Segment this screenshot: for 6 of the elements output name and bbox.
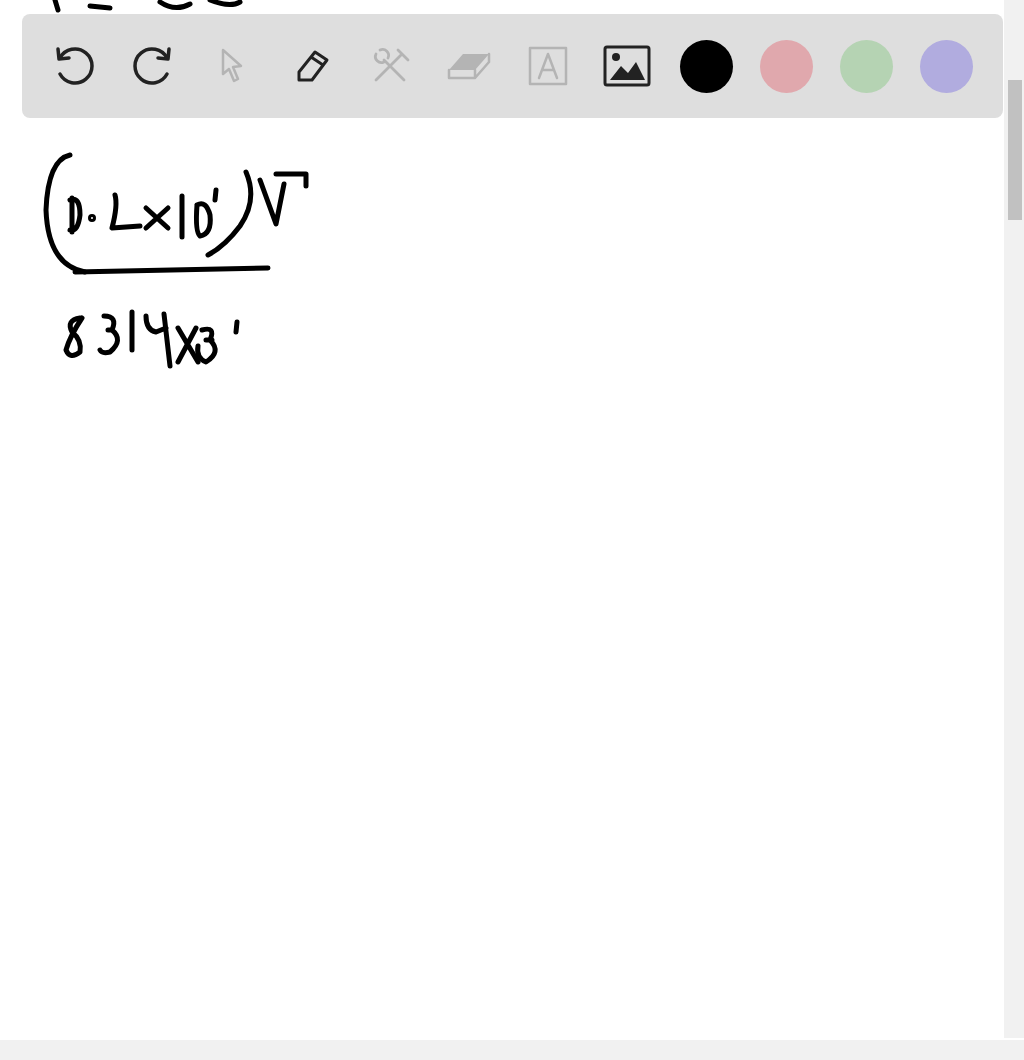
color-swatch[interactable] <box>760 39 813 93</box>
scrollbar-thumb[interactable] <box>1008 80 1022 220</box>
color-swatch[interactable] <box>920 39 973 93</box>
color-swatch[interactable] <box>680 39 733 93</box>
color-swatch[interactable] <box>840 39 893 93</box>
vertical-scrollbar[interactable] <box>1004 0 1024 1038</box>
